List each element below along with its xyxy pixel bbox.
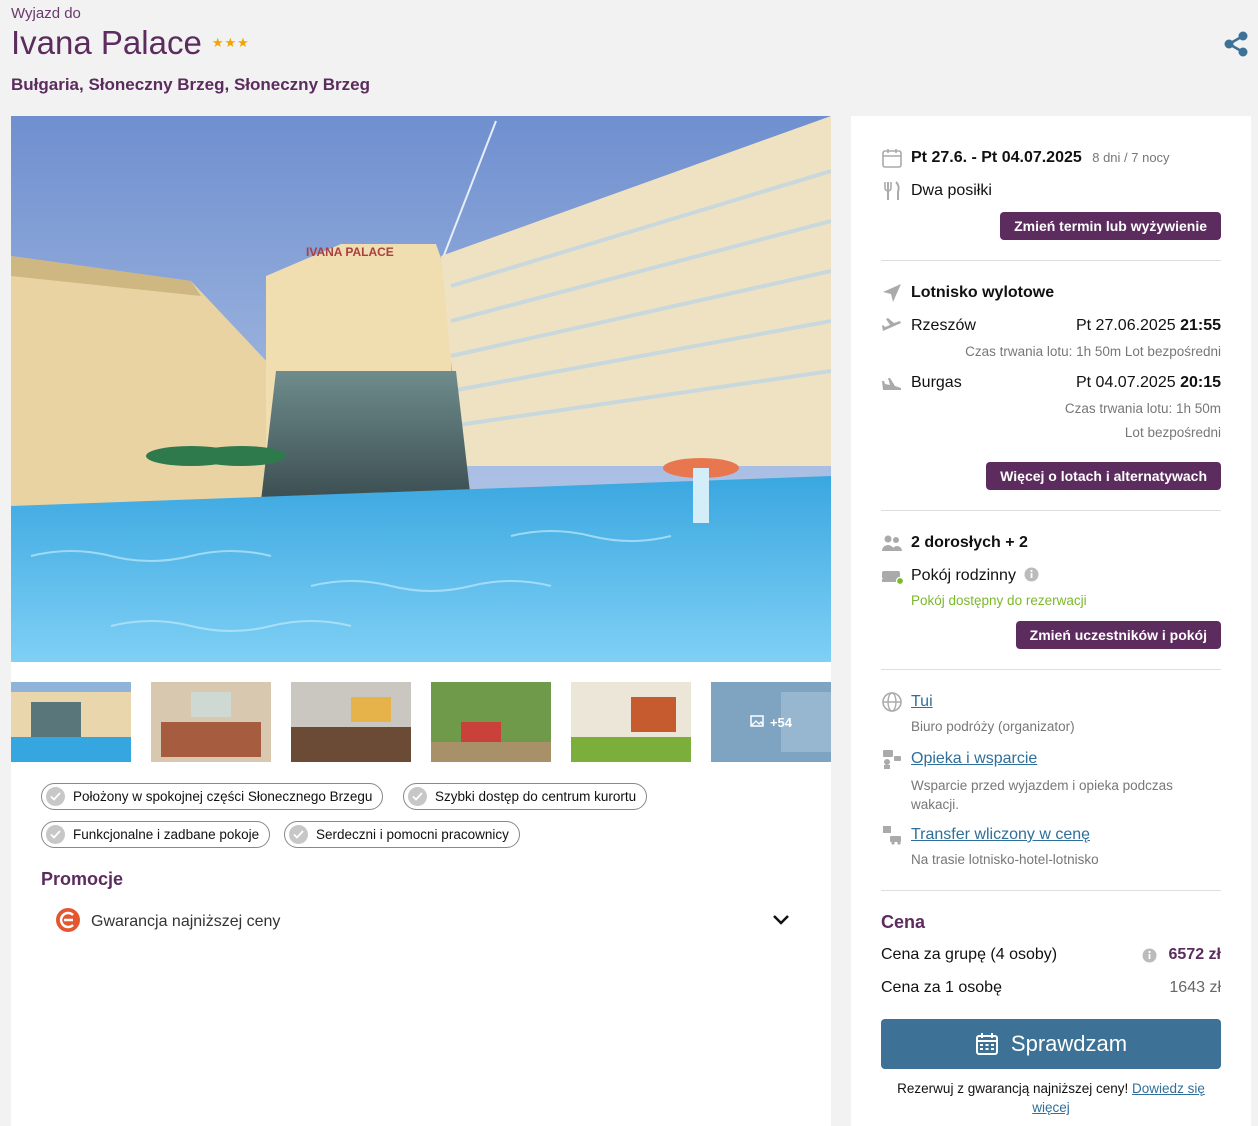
promotion-item[interactable]: Gwarancja najniższej ceny: [55, 907, 791, 938]
lowest-price-logo-icon: [55, 907, 81, 938]
outbound-time: 21:55: [1180, 317, 1221, 334]
highlight-label: Serdeczni i pomocni pracownicy: [316, 827, 509, 842]
divider: [881, 510, 1221, 511]
travellers-count: 2 dorosłych + 2: [911, 534, 1028, 551]
outbound-city: Rzeszów: [911, 317, 976, 334]
group-price-label: Cena za grupę (4 osoby): [881, 946, 1058, 963]
hotel-location: Bułgaria, Słoneczny Brzeg, Słoneczny Brz…: [11, 75, 370, 94]
thumbnail-photo[interactable]: [431, 682, 551, 762]
inbound-city: Burgas: [911, 374, 962, 391]
outbound-flight-info: Czas trwania lotu: 1h 50m Lot bezpośredn…: [965, 344, 1221, 359]
thumbnail-strip: +54: [11, 682, 831, 762]
thumbnail-photo[interactable]: [571, 682, 691, 762]
group-price: 6572 zł: [1168, 946, 1221, 963]
chevron-down-icon[interactable]: [771, 913, 791, 932]
change-date-button[interactable]: Zmień termin lub wyżywienie: [1000, 212, 1221, 240]
trip-label: Wyjazd do: [11, 5, 81, 22]
inbound-time: 20:15: [1180, 374, 1221, 391]
support-link[interactable]: Opieka i wsparcie: [911, 750, 1037, 768]
divider: [881, 669, 1221, 670]
main-hotel-photo[interactable]: IVANA PALACE: [11, 116, 831, 662]
transfer-description: Na trasie lotnisko-hotel-lotnisko: [911, 852, 1099, 867]
calendar-icon: [975, 1032, 999, 1056]
promotions-title: Promocje: [41, 869, 124, 889]
globe-icon: [881, 691, 903, 713]
highlight-label: Funkcjonalne i zadbane pokoje: [73, 827, 260, 842]
bed-icon: [881, 565, 905, 587]
inbound-flight-duration: Czas trwania lotu: 1h 50m: [1064, 401, 1221, 416]
change-travellers-button[interactable]: Zmień uczestników i pokój: [1015, 621, 1221, 649]
check-icon: [46, 787, 65, 806]
inbound-date: Pt 04.07.2025: [1075, 374, 1176, 391]
check-icon: [46, 825, 65, 844]
airport-title: Lotnisko wylotowe: [911, 284, 1055, 301]
calendar-icon: [881, 147, 903, 169]
info-icon[interactable]: [1024, 567, 1039, 587]
outbound-date: Pt 27.06.2025: [1075, 317, 1176, 334]
star-rating: ★★★: [211, 35, 250, 50]
transfer-link[interactable]: Transfer wliczony w cenę: [911, 826, 1090, 844]
highlight-label: Położony w spokojnej części Słonecznego …: [73, 789, 373, 804]
check-icon: [408, 787, 427, 806]
divider: [881, 260, 1221, 261]
transfer-icon: [881, 824, 903, 846]
share-icon[interactable]: [1222, 30, 1250, 58]
departure-plane-icon: [881, 315, 903, 337]
trip-duration: 8 dni / 7 nocy: [1092, 150, 1170, 165]
organizer-description: Biuro podróży (organizator): [911, 719, 1075, 734]
more-photos-button[interactable]: +54: [711, 682, 831, 762]
booking-panel: Pt 27.6. - Pt 04.07.2025 8 dni / 7 nocy …: [851, 116, 1251, 1126]
check-availability-button[interactable]: Sprawdzam: [881, 1019, 1221, 1069]
thumbnail-photo[interactable]: [291, 682, 411, 762]
check-icon: [289, 825, 308, 844]
highlight-label: Szybki dostęp do centrum kurortu: [435, 789, 637, 804]
hotel-title-row: Ivana Palace ★★★: [11, 24, 250, 62]
plane-direction-icon: [881, 282, 903, 304]
person-price-label: Cena za 1 osobę: [881, 979, 1002, 996]
hotel-gallery-panel: IVANA PALACE +54 Położony w spokojnej cz…: [11, 116, 831, 1126]
thumbnail-photo[interactable]: [151, 682, 271, 762]
arrival-plane-icon: [881, 372, 903, 394]
check-availability-label: Sprawdzam: [1010, 1031, 1128, 1056]
inbound-flight-direct: Lot bezpośredni: [1124, 425, 1221, 440]
room-availability: Pokój dostępny do rezerwacji: [911, 593, 1087, 608]
image-icon: [750, 714, 764, 731]
support-description: Wsparcie przed wyjazdem i opieka podczas…: [911, 778, 1173, 812]
support-icon: [881, 748, 903, 770]
learn-more-link[interactable]: Dowiedz się: [1132, 1081, 1205, 1096]
thumbnail-photo[interactable]: [11, 682, 131, 762]
people-icon: [881, 532, 903, 554]
guarantee-text: Rezerwuj z gwarancją najniższej ceny!: [897, 1081, 1129, 1096]
more-photos-count: +54: [769, 714, 793, 730]
board-type: Dwa posiłki: [911, 182, 992, 199]
info-icon[interactable]: [1142, 948, 1157, 963]
highlight-tag: Szybki dostęp do centrum kurortu: [403, 783, 648, 810]
svg-text:IVANA PALACE: IVANA PALACE: [306, 245, 394, 259]
organizer-link[interactable]: Tui: [911, 693, 933, 711]
hotel-name: Ivana Palace: [11, 24, 202, 61]
highlight-tag: Położony w spokojnej części Słonecznego …: [41, 783, 384, 810]
person-price: 1643 zł: [1169, 979, 1221, 996]
cutlery-icon: [881, 180, 903, 202]
trip-dates: Pt 27.6. - Pt 04.07.2025: [911, 149, 1082, 166]
room-type: Pokój rodzinny: [911, 567, 1016, 584]
price-title: Cena: [881, 912, 926, 932]
promotion-label: Gwarancja najniższej ceny: [91, 913, 281, 930]
highlight-tag: Funkcjonalne i zadbane pokoje: [41, 821, 271, 848]
more-flights-button[interactable]: Więcej o lotach i alternatywach: [986, 462, 1221, 490]
learn-more-link-cont[interactable]: więcej: [1032, 1100, 1070, 1115]
guarantee-note: Rezerwuj z gwarancją najniższej ceny! Do…: [881, 1079, 1221, 1117]
highlight-tag: Serdeczni i pomocni pracownicy: [284, 821, 520, 848]
divider: [881, 890, 1221, 891]
